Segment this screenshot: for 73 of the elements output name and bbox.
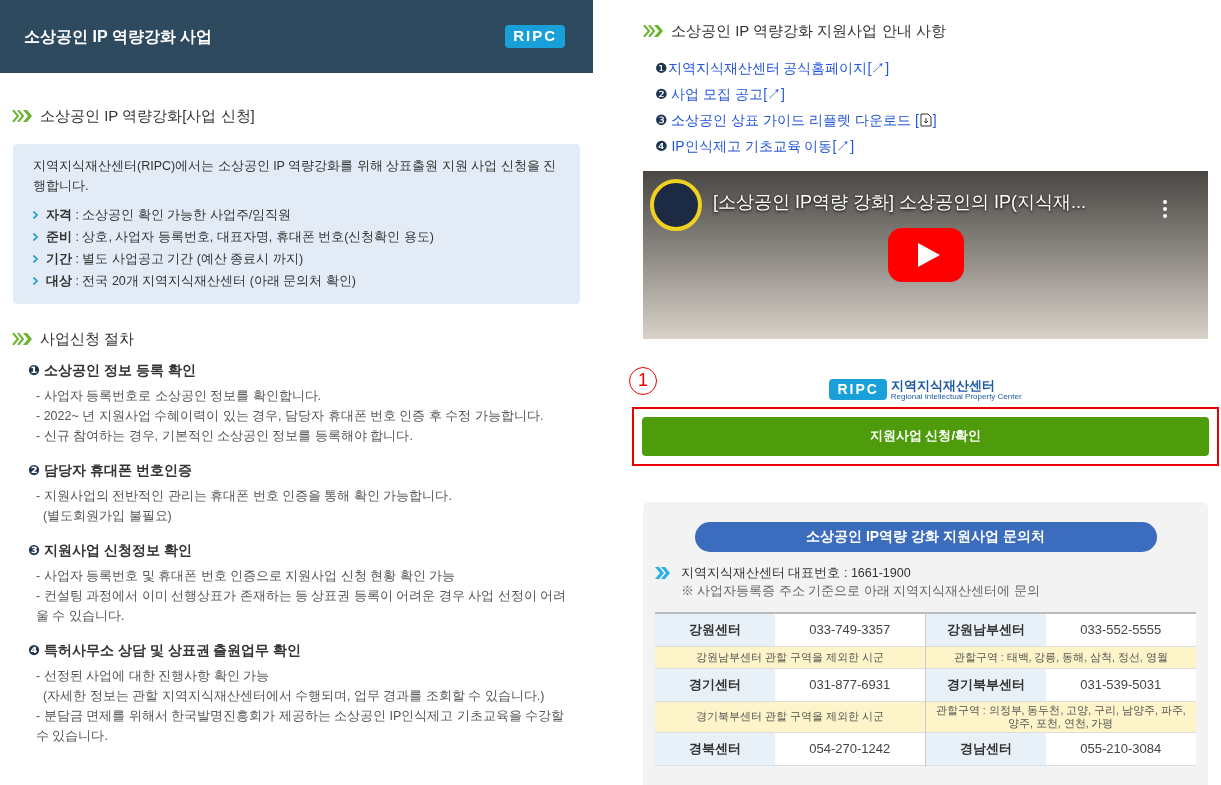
video-title: [소상공인 IP역량 강화] 소상공인의 IP(지식재... bbox=[713, 190, 1087, 214]
guide-link[interactable]: 사업 모집 공고[↗] bbox=[667, 80, 785, 107]
apply-button[interactable]: 지원사업 신청/확인 bbox=[642, 416, 1209, 456]
step-title: 특허사무소 상담 및 상표권 출원업무 확인 bbox=[43, 641, 302, 660]
center-name: 경남센터 bbox=[925, 732, 1046, 765]
header-title: 소상공인 IP 역량강화 사업 bbox=[24, 26, 213, 47]
link-number: ❶ bbox=[655, 58, 668, 78]
section-title: 소상공인 IP 역량강화[사업 신청] bbox=[40, 106, 255, 126]
chevrons-icon bbox=[12, 110, 32, 123]
guide-link[interactable]: 지역지식재산센터 공식홈페이지[↗] bbox=[667, 54, 890, 81]
link-number: ❹ bbox=[655, 136, 668, 156]
phone-number: 055-210-3084 bbox=[1045, 732, 1196, 765]
step-number: ❶ bbox=[28, 361, 40, 380]
info-line: 대상 : 전국 20개 지역지식재산센터 (아래 문의처 확인) bbox=[46, 272, 356, 290]
section-title: 소상공인 IP 역량강화 지원사업 안내 사항 bbox=[671, 21, 946, 41]
center-name: 경기북부센터 bbox=[925, 668, 1046, 701]
step-line: (별도회원가입 불필요) bbox=[41, 508, 173, 525]
link-number: ❷ bbox=[655, 84, 668, 104]
info-line: 준비 : 상호, 사업자 등록번호, 대표자명, 휴대폰 번호(신청확인 용도) bbox=[46, 228, 434, 246]
more-icon[interactable] bbox=[1162, 198, 1168, 219]
ripc-logo: RIPC bbox=[505, 25, 565, 48]
video-thumbnail[interactable]: [소상공인 IP역량 강화] 소상공인의 IP(지식재... bbox=[643, 170, 1208, 339]
info-line: 기간 : 별도 사업공고 기간 (예산 종료시 까지) bbox=[46, 250, 304, 268]
link-number: ❸ bbox=[655, 110, 668, 130]
contact-title: 소상공인 IP역량 강화 지원사업 문의처 bbox=[694, 521, 1157, 552]
bullet-icon bbox=[33, 254, 38, 263]
chevrons-icon bbox=[655, 566, 673, 579]
step-line: - 2022~ 년 지원사업 수혜이력이 있는 경우, 담당자 휴대폰 번호 인증 후 수정 가능합니다. bbox=[36, 408, 545, 425]
step-title: 지원사업 신청정보 확인 bbox=[43, 541, 192, 560]
ripc-logo: RIPC bbox=[829, 379, 887, 400]
bullet-icon bbox=[33, 210, 38, 219]
center-name: 경기센터 bbox=[655, 668, 775, 701]
step-line: - 컨설팅 과정에서 이미 선행상표가 존재하는 등 상표권 등록이 어려운 경우 사업 선정이 어려울 수 있습니다. bbox=[36, 588, 568, 625]
center-name: 경북센터 bbox=[655, 732, 775, 765]
step-line: - 분담금 면제를 위해서 한국발명진흥회가 제공하는 소상공인 IP인식제고 기초교육을 수강할 수 있습니다. bbox=[36, 708, 566, 745]
step-line: - 사업자 등록번호 및 휴대폰 번호 인증으로 지원사업 신청 현황 확인 가능 bbox=[36, 568, 457, 585]
step-line: - 선정된 사업에 대한 진행사항 확인 가능 bbox=[36, 668, 270, 685]
logo-name: 지역지식재산센터 bbox=[890, 378, 996, 392]
play-icon[interactable] bbox=[888, 227, 964, 282]
guide-link[interactable]: 소상공인 상표 가이드 리플렛 다운로드 [ ] bbox=[667, 106, 937, 133]
phone-number: 031-877-6931 bbox=[775, 668, 925, 701]
step-line: (자세한 정보는 관할 지역지식재산센터에서 수행되며, 업무 경과를 조회할 수 있습니다.) bbox=[41, 688, 546, 705]
center-name: 강원남부센터 bbox=[925, 613, 1046, 646]
area-note: 강원남부센터 관할 구역을 제외한 시군 bbox=[655, 646, 925, 669]
step-number: ❹ bbox=[28, 641, 40, 660]
step-line: - 지원사업의 전반적인 관리는 휴대폰 번호 인증을 통해 확인 가능합니다. bbox=[36, 488, 453, 505]
guide-link[interactable]: IP인식제고 기초교육 이동[↗] bbox=[667, 132, 855, 159]
bullet-icon bbox=[33, 276, 38, 285]
step-number: ❸ bbox=[28, 541, 40, 560]
area-note: 관할구역 : 태백, 강릉, 동해, 삼척, 정선, 영월 bbox=[925, 646, 1196, 669]
area-note: 관할구역 : 의정부, 동두천, 고양, 구리, 남양주, 파주, 양주, 포천, 연천, 가평 bbox=[925, 701, 1196, 733]
area-note: 경기북부센터 관할 구역을 제외한 시군 bbox=[655, 701, 925, 733]
step-number: ❷ bbox=[28, 461, 40, 480]
contact-note: ※ 사업자등록증 주소 기준으로 아래 지역지식재산센터에 문의 bbox=[681, 582, 1040, 600]
rep-number: 지역지식재산센터 대표번호 : 1661-1900 bbox=[681, 564, 912, 582]
logo-subtitle: Regional Intellectual Property Center bbox=[890, 392, 1022, 401]
bullet-icon bbox=[33, 232, 38, 241]
phone-number: 054-270-1242 bbox=[775, 732, 925, 765]
center-name: 강원센터 bbox=[655, 613, 775, 646]
channel-avatar bbox=[650, 178, 702, 231]
step-line: - 신규 참여하는 경우, 기본적인 소상공인 정보를 등록해야 합니다. bbox=[36, 428, 414, 445]
step-title: 담당자 휴대폰 번호인증 bbox=[43, 461, 192, 480]
file-download-icon bbox=[919, 112, 932, 127]
phone-number: 033-749-3357 bbox=[775, 613, 925, 646]
phone-number: 031-539-5031 bbox=[1045, 668, 1196, 701]
chevrons-icon bbox=[12, 332, 32, 345]
intro-text: 지역지식재산센터(RIPC)에서는 소상공인 IP 역량강화를 위해 상표출원 지원 사업 신청을 진행합니다. bbox=[33, 157, 558, 195]
chevrons-icon bbox=[643, 25, 663, 38]
info-line: 자격 : 소상공인 확인 가능한 사업주/임직원 bbox=[46, 206, 292, 224]
phone-number: 033-552-5555 bbox=[1045, 613, 1196, 646]
step-line: - 사업자 등록번호로 소상공인 정보를 확인합니다. bbox=[36, 388, 322, 405]
section-title: 사업신청 절차 bbox=[40, 328, 135, 349]
step-title: 소상공인 정보 등록 확인 bbox=[43, 361, 196, 380]
